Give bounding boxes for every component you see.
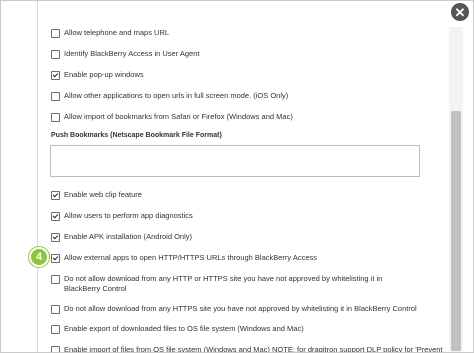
option-label: Allow import of bookmarks from Safari or… <box>64 112 293 121</box>
checkbox[interactable] <box>51 50 60 59</box>
checkbox[interactable] <box>51 305 60 314</box>
checkbox[interactable] <box>51 191 60 200</box>
option-allow-telephone-maps[interactable]: Allow telephone and maps URL <box>51 28 169 38</box>
option-label: Enable pop-up windows <box>64 70 144 79</box>
checkbox[interactable] <box>51 254 60 263</box>
checkbox[interactable] <box>51 212 60 221</box>
option-import-bookmarks[interactable]: Allow import of bookmarks from Safari or… <box>51 112 293 122</box>
option-block-https-downloads[interactable]: Do not allow download from any HTTPS sit… <box>51 304 431 314</box>
close-icon: ✕ <box>454 4 466 20</box>
option-label: Enable APK installation (Android Only) <box>64 232 192 241</box>
scrollbar-thumb[interactable] <box>451 111 461 351</box>
checkbox[interactable] <box>51 71 60 80</box>
option-import-files[interactable]: Enable import of files from OS file syst… <box>51 345 443 353</box>
option-label: Allow telephone and maps URL <box>64 28 170 37</box>
close-button[interactable]: ✕ <box>451 3 469 21</box>
option-export-downloaded-files[interactable]: Enable export of downloaded files to OS … <box>51 324 304 334</box>
option-full-screen-urls[interactable]: Allow other applications to open urls in… <box>51 91 288 101</box>
step-number-badge: 4 <box>29 247 49 267</box>
option-label: Do not allow download from any HTTP or H… <box>64 274 383 293</box>
checkbox[interactable] <box>51 92 60 101</box>
option-label: Enable import of files from OS file syst… <box>64 345 443 353</box>
option-enable-popups[interactable]: Enable pop-up windows <box>51 70 144 80</box>
push-bookmarks-label: Push Bookmarks (Netscape Bookmark File F… <box>51 132 222 139</box>
checkbox[interactable] <box>51 325 60 334</box>
checkbox[interactable] <box>51 233 60 242</box>
checkbox[interactable] <box>51 113 60 122</box>
option-label: Do not allow download from any HTTPS sit… <box>64 304 417 313</box>
option-web-clip[interactable]: Enable web clip feature <box>51 190 142 200</box>
option-label: Enable export of downloaded files to OS … <box>64 324 304 333</box>
option-block-http-https-downloads[interactable]: Do not allow download from any HTTP or H… <box>51 274 411 294</box>
checkbox[interactable] <box>51 275 60 284</box>
scrollbar[interactable] <box>449 27 463 352</box>
option-label: Allow external apps to open HTTP/HTTPS U… <box>64 253 318 262</box>
option-label: Allow other applications to open urls in… <box>64 91 289 100</box>
settings-dialog: ✕ Allow telephone and maps URL Identify … <box>0 0 474 353</box>
option-label: Allow users to perform app diagnostics <box>64 211 193 220</box>
option-external-apps-urls[interactable]: Allow external apps to open HTTP/HTTPS U… <box>51 253 317 263</box>
option-identify-user-agent[interactable]: Identify BlackBerry Access in User Agent <box>51 49 199 59</box>
option-label: Identify BlackBerry Access in User Agent <box>64 49 200 58</box>
checkbox[interactable] <box>51 346 60 352</box>
option-apk-installation[interactable]: Enable APK installation (Android Only) <box>51 232 192 242</box>
option-app-diagnostics[interactable]: Allow users to perform app diagnostics <box>51 211 193 221</box>
checkbox[interactable] <box>51 29 60 38</box>
push-bookmarks-textarea[interactable] <box>50 145 420 177</box>
option-label: Enable web clip feature <box>64 190 142 199</box>
